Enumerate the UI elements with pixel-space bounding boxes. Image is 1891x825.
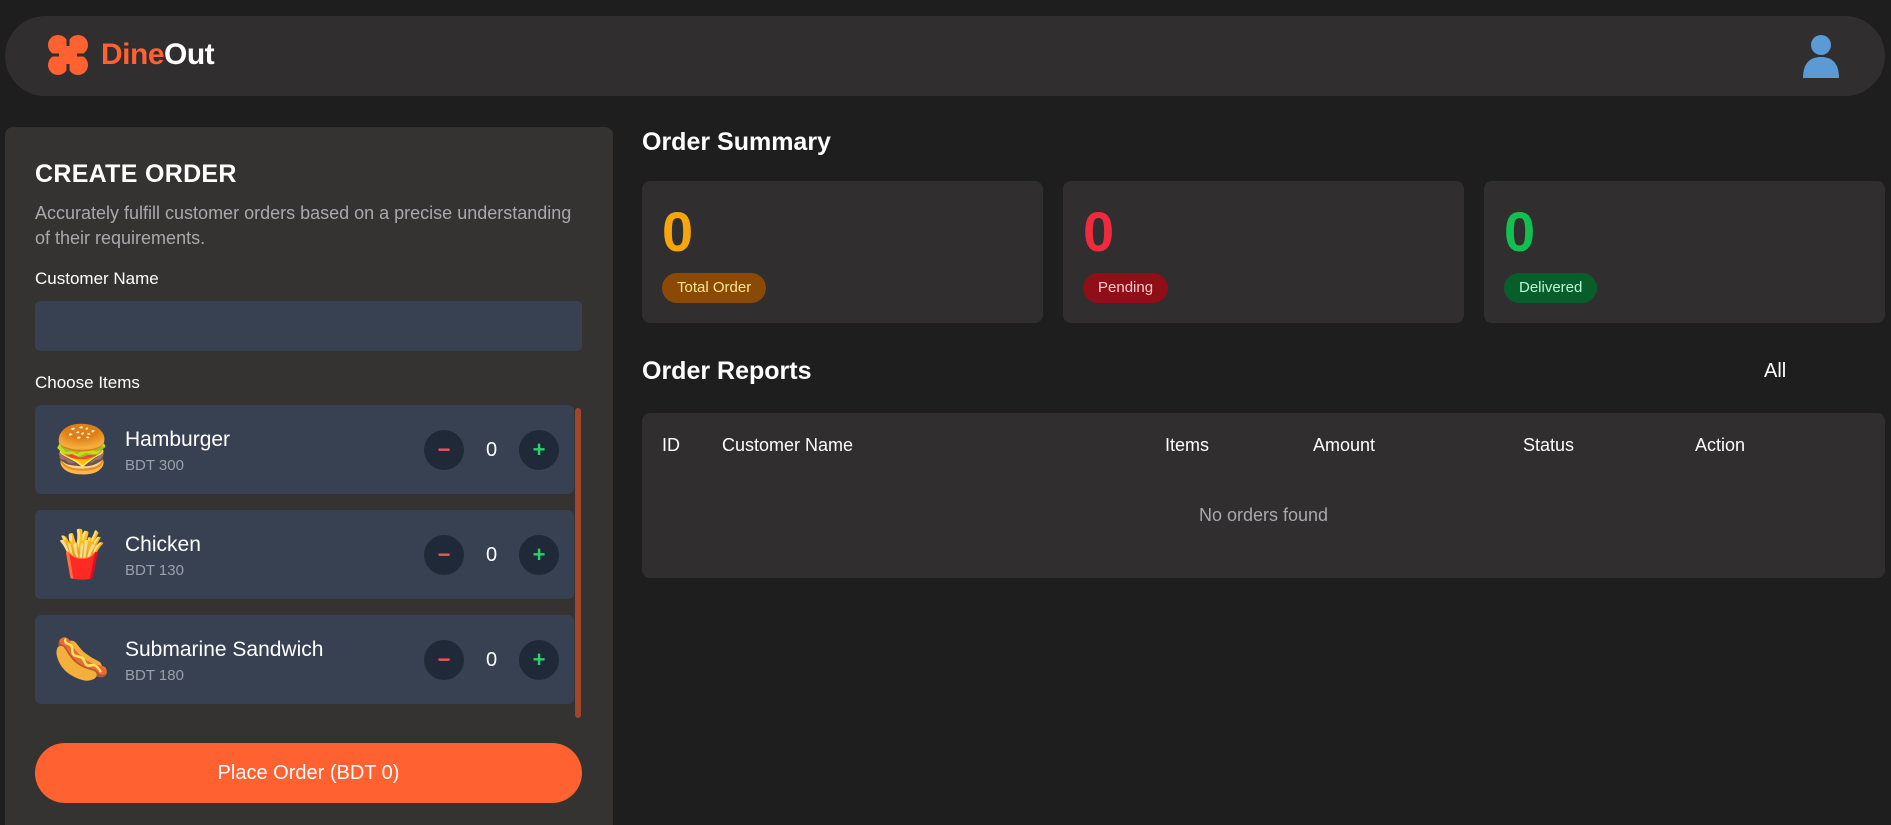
column-header-status: Status (1523, 435, 1575, 455)
item-price: BDT 130 (125, 562, 184, 579)
customer-name-label: Customer Name (35, 269, 159, 288)
order-reports-title: Order Reports (642, 357, 812, 385)
stat-card-delivered: 0 Delivered (1484, 181, 1885, 323)
items-list[interactable]: 🍔 Hamburger BDT 300 − 0 + 🍟 Chicken BDT … (35, 405, 581, 716)
item-name: Submarine Sandwich (125, 638, 324, 661)
brand-name: DineOut (101, 38, 215, 72)
stat-value: 0 (662, 200, 694, 263)
status-badge: Pending (1083, 273, 1169, 303)
item-quantity: 0 (485, 649, 498, 671)
item-price: BDT 180 (125, 667, 184, 684)
item-quantity: 0 (485, 439, 498, 461)
create-order-title: CREATE ORDER (35, 160, 237, 188)
column-header-id: ID (662, 435, 680, 455)
chicken-icon: 🍟 (53, 528, 111, 580)
status-filter-dropdown[interactable]: All (1764, 360, 1786, 383)
menu-item-chicken: 🍟 Chicken BDT 130 − 0 + (35, 510, 574, 599)
items-scrollbar[interactable] (575, 408, 581, 718)
item-quantity: 0 (485, 544, 498, 566)
brand-logo[interactable]: DineOut (45, 32, 215, 78)
create-order-description: Accurately fulfill customer orders based… (35, 203, 572, 248)
item-price: BDT 300 (125, 457, 184, 474)
decrease-quantity-button[interactable]: − (424, 430, 464, 470)
empty-state-message: No orders found (1198, 505, 1329, 525)
increase-quantity-button[interactable]: + (519, 535, 559, 575)
place-order-button[interactable]: Place Order (BDT 0) (35, 743, 582, 803)
brand-name-part1: Dine (101, 38, 165, 71)
orders-table: ID Customer Name Items Amount Status Act… (642, 413, 1885, 578)
increase-quantity-button[interactable]: + (519, 640, 559, 680)
menu-item-submarine-sandwich: 🌭 Submarine Sandwich BDT 180 − 0 + (35, 615, 574, 704)
item-name: Chicken (125, 533, 201, 556)
status-badge: Total Order (662, 273, 767, 303)
brand-name-part2: Out (164, 38, 215, 71)
stat-value: 0 (1504, 200, 1536, 263)
flower-icon (45, 32, 91, 78)
customer-name-input[interactable] (35, 301, 582, 351)
hamburger-icon: 🍔 (53, 423, 111, 475)
stat-card-pending: 0 Pending (1063, 181, 1464, 323)
stat-value: 0 (1083, 200, 1115, 263)
choose-items-label: Choose Items (35, 373, 140, 392)
column-header-amount: Amount (1313, 435, 1376, 455)
create-order-panel: CREATE ORDER Accurately fulfill customer… (5, 127, 613, 825)
order-summary-title: Order Summary (642, 128, 831, 156)
top-header: DineOut (5, 16, 1885, 96)
status-badge: Delivered (1504, 273, 1598, 303)
stat-card-total-order: 0 Total Order (642, 181, 1043, 323)
sandwich-icon: 🌭 (53, 633, 111, 685)
decrease-quantity-button[interactable]: − (424, 535, 464, 575)
item-name: Hamburger (125, 428, 231, 451)
user-icon[interactable] (1797, 32, 1845, 80)
decrease-quantity-button[interactable]: − (424, 640, 464, 680)
increase-quantity-button[interactable]: + (519, 430, 559, 470)
menu-item-hamburger: 🍔 Hamburger BDT 300 − 0 + (35, 405, 574, 494)
column-header-customer-name: Customer Name (722, 435, 854, 455)
column-header-items: Items (1165, 435, 1210, 455)
column-header-action: Action (1695, 435, 1746, 455)
